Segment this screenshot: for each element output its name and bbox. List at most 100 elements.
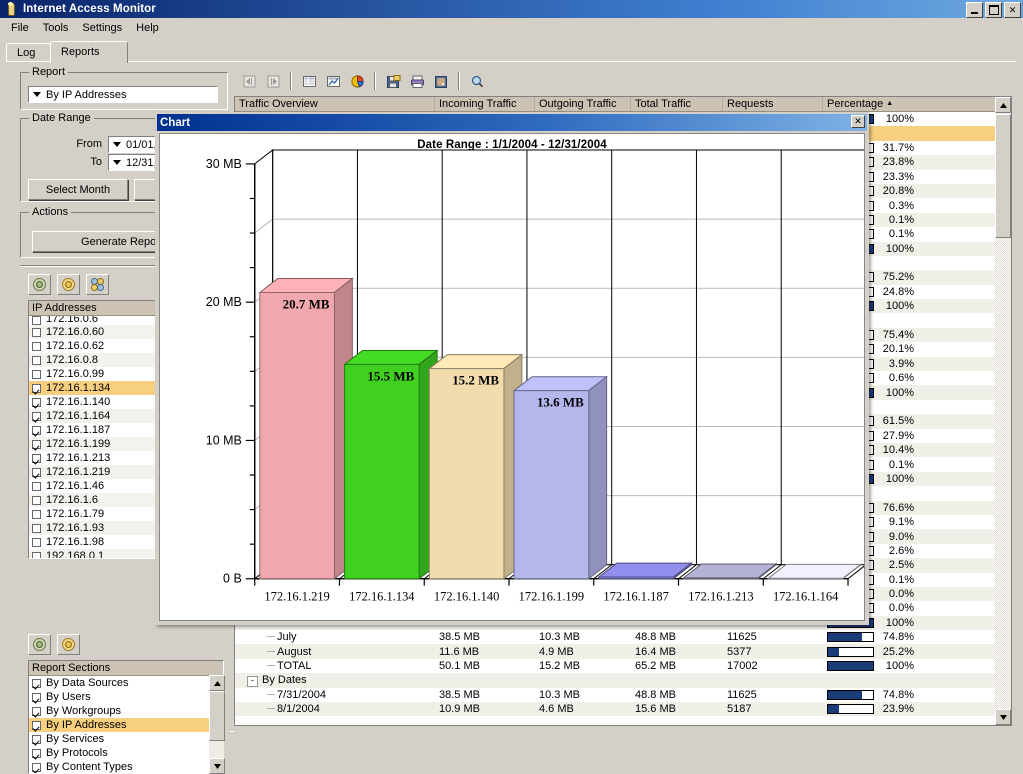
table-row[interactable]: ─7/31/200438.5 MB10.3 MB48.8 MB1162574.8… <box>235 688 1011 702</box>
ip-list-item-checkbox[interactable] <box>32 538 41 547</box>
sections-scroll-up-button[interactable] <box>209 675 225 691</box>
sections-scrollbar[interactable] <box>209 675 224 774</box>
ip-list-item-checkbox[interactable] <box>32 412 41 421</box>
ip-list-item[interactable]: 192.168.0.1 <box>29 549 163 559</box>
ip-list-item[interactable]: 172.16.1.213 <box>29 451 163 465</box>
section-list-item-checkbox[interactable] <box>32 749 41 758</box>
section-list-item[interactable]: By Services <box>29 732 223 746</box>
column-traffic-overview[interactable]: Traffic Overview <box>235 97 435 111</box>
ip-list-item-checkbox[interactable] <box>32 440 41 449</box>
maximize-button[interactable] <box>985 2 1002 18</box>
chart-window-titlebar[interactable]: Chart ✕ <box>157 114 867 131</box>
report-select[interactable]: By IP Addresses <box>28 86 218 103</box>
ip-list-item[interactable]: 172.16.0.60 <box>29 325 163 339</box>
section-list-item[interactable]: By IP Addresses <box>29 718 223 732</box>
report-sections-listbox[interactable]: Report Sections By Data SourcesBy UsersB… <box>28 660 224 774</box>
select-month-button[interactable]: Select Month <box>28 179 128 200</box>
chart-window[interactable]: Chart ✕ Date Range : 1/1/2004 - 12/31/20… <box>155 112 869 625</box>
ip-list-item[interactable]: 172.16.1.134 <box>29 381 163 395</box>
ip-list-item[interactable]: 172.16.0.99 <box>29 367 163 381</box>
ip-list-item-checkbox[interactable] <box>32 384 41 393</box>
table-row[interactable]: ─TOTAL50.1 MB15.2 MB65.2 MB17002100% <box>235 659 1011 673</box>
grid-scroll-down-button[interactable] <box>995 709 1011 725</box>
table-row[interactable]: ─August11.6 MB4.9 MB16.4 MB537725.2% <box>235 644 1011 658</box>
ip-list-item[interactable]: 172.16.1.140 <box>29 395 163 409</box>
export-excel-icon[interactable] <box>322 70 344 92</box>
column-incoming-traffic[interactable]: Incoming Traffic <box>435 97 535 111</box>
ip-list-item-checkbox[interactable] <box>32 468 41 477</box>
grid-scroll-up-button[interactable] <box>995 97 1011 113</box>
save-report-icon[interactable] <box>382 70 404 92</box>
grid-scrollbar[interactable] <box>995 97 1011 725</box>
menu-item-file[interactable]: File <box>4 21 36 35</box>
search-icon[interactable] <box>466 70 488 92</box>
ip-list-item[interactable]: 172.16.0.8 <box>29 353 163 367</box>
ip-list-item[interactable]: 172.16.1.93 <box>29 521 163 535</box>
sections-scroll-down-button[interactable] <box>209 758 225 774</box>
menu-item-settings[interactable]: Settings <box>75 21 129 35</box>
section-list-item-checkbox[interactable] <box>32 707 41 716</box>
ip-list-item-checkbox[interactable] <box>32 426 41 435</box>
close-button[interactable]: ✕ <box>1004 2 1021 18</box>
ip-list-item[interactable]: 172.16.0.62 <box>29 339 163 353</box>
ip-list-item[interactable]: 172.16.1.46 <box>29 479 163 493</box>
section-list-item[interactable]: By Protocols <box>29 746 223 760</box>
ip-list-item-checkbox[interactable] <box>32 398 41 407</box>
previous-page-icon[interactable] <box>238 70 260 92</box>
next-page-icon[interactable] <box>262 70 284 92</box>
ip-list-item[interactable]: 172.16.1.98 <box>29 535 163 549</box>
ip-list-item[interactable]: 172.16.1.79 <box>29 507 163 521</box>
ip-list-item-checkbox[interactable] <box>32 328 41 337</box>
ip-list-item-checkbox[interactable] <box>32 342 41 351</box>
export-file-icon[interactable] <box>430 70 452 92</box>
ip-list-item-checkbox[interactable] <box>32 454 41 463</box>
ip-list-item-checkbox[interactable] <box>32 524 41 533</box>
uncheck-all-sections-icon[interactable] <box>57 634 80 655</box>
column-requests[interactable]: Requests <box>723 97 823 111</box>
ip-list-item[interactable]: 172.16.1.187 <box>29 423 163 437</box>
ip-list-item-checkbox[interactable] <box>32 316 41 325</box>
column-percentage[interactable]: Percentage ▲ <box>823 97 1011 111</box>
minimize-button[interactable] <box>966 2 983 18</box>
ip-list-item-checkbox[interactable] <box>32 496 41 505</box>
chart-close-button[interactable]: ✕ <box>851 115 865 128</box>
tab-reports[interactable]: Reports <box>50 41 128 63</box>
grid-scroll-thumb[interactable] <box>995 114 1011 238</box>
ip-list-item-checkbox[interactable] <box>32 356 41 365</box>
ip-list-item[interactable]: 172.16.1.164 <box>29 409 163 423</box>
table-row[interactable]: -By Dates <box>235 673 1011 687</box>
section-list-item[interactable]: By Content Types <box>29 760 223 774</box>
ip-list-item[interactable]: 172.16.1.6 <box>29 493 163 507</box>
ip-list-item-checkbox[interactable] <box>32 370 41 379</box>
ip-list-item-checkbox[interactable] <box>32 510 41 519</box>
ip-list-item[interactable]: 172.16.0.6 <box>29 316 163 325</box>
table-row[interactable]: ─8/1/200410.9 MB4.6 MB15.6 MB518723.9% <box>235 702 1011 716</box>
section-list-item[interactable]: By Workgroups <box>29 704 223 718</box>
menu-item-help[interactable]: Help <box>129 21 166 35</box>
column-total-traffic[interactable]: Total Traffic <box>631 97 723 111</box>
section-list-item[interactable]: By Users <box>29 690 223 704</box>
group-ips-icon[interactable] <box>86 274 109 295</box>
menu-item-tools[interactable]: Tools <box>36 21 76 35</box>
section-list-item[interactable]: By Data Sources <box>29 676 223 690</box>
section-list-item-checkbox[interactable] <box>32 721 41 730</box>
ip-list-item-checkbox[interactable] <box>32 482 41 491</box>
ip-addresses-listbox[interactable]: IP Addresses 172.16.0.6172.16.0.60172.16… <box>28 300 164 559</box>
ip-list-item[interactable]: 172.16.1.199 <box>29 437 163 451</box>
sections-scroll-thumb[interactable] <box>209 691 225 741</box>
check-all-ips-icon[interactable] <box>28 274 51 295</box>
column-outgoing-traffic[interactable]: Outgoing Traffic <box>535 97 631 111</box>
pie-chart-icon[interactable] <box>346 70 368 92</box>
section-list-item-checkbox[interactable] <box>32 693 41 702</box>
ip-list-item-checkbox[interactable] <box>32 552 41 560</box>
tree-expander[interactable]: - <box>247 676 258 687</box>
section-list-item-checkbox[interactable] <box>32 763 41 772</box>
table-view-icon[interactable] <box>298 70 320 92</box>
section-list-item-checkbox[interactable] <box>32 679 41 688</box>
check-all-sections-icon[interactable] <box>28 634 51 655</box>
print-report-icon[interactable] <box>406 70 428 92</box>
section-list-item-checkbox[interactable] <box>32 735 41 744</box>
uncheck-all-ips-icon[interactable] <box>57 274 80 295</box>
table-row[interactable]: ─July38.5 MB10.3 MB48.8 MB1162574.8% <box>235 630 1011 644</box>
ip-list-item[interactable]: 172.16.1.219 <box>29 465 163 479</box>
